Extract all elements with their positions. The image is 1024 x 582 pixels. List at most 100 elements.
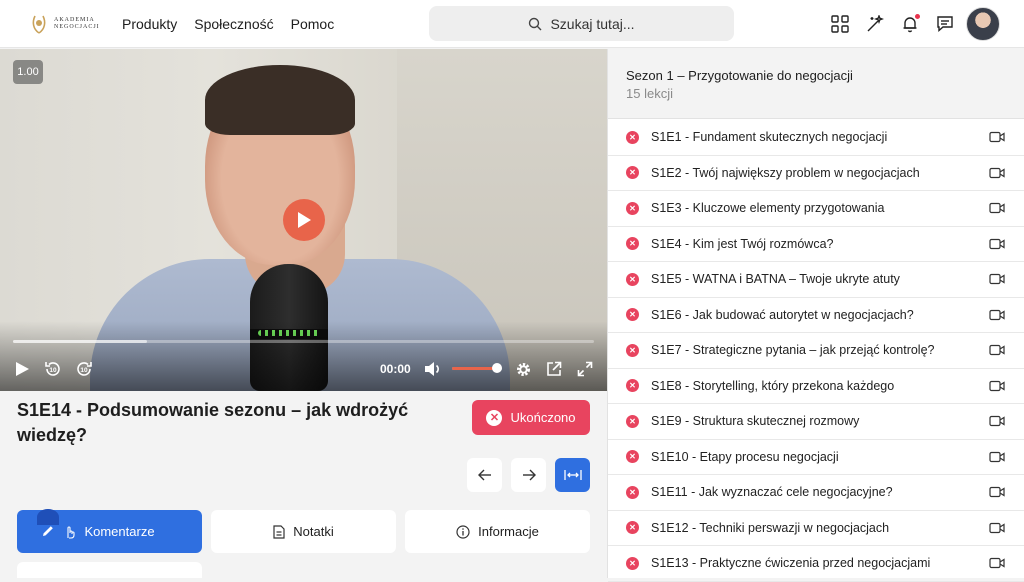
logo[interactable]: Akademia Negocjacji <box>30 11 99 37</box>
lesson-item-label: S1E12 - Techniki perswazji w negocjacjac… <box>651 520 890 535</box>
volume-fill <box>452 367 497 370</box>
tab-notatki[interactable]: Notatki <box>211 510 396 553</box>
previous-lesson-button[interactable] <box>467 458 502 492</box>
settings-button[interactable] <box>515 359 532 379</box>
playback-speed-badge[interactable]: 1.00 <box>13 60 43 84</box>
lesson-item-label: S1E7 - Strategiczne pytania – jak przeją… <box>651 343 935 358</box>
tab-komentarze-label: Komentarze <box>84 524 155 539</box>
magic-wand-icon[interactable] <box>866 13 885 33</box>
not-completed-icon: ✕ <box>626 272 639 286</box>
lesson-item-label: S1E9 - Struktura skutecznej rozmowy <box>651 414 860 429</box>
search-input[interactable]: Szukaj tutaj... <box>429 6 734 41</box>
not-completed-icon: ✕ <box>626 450 639 464</box>
arrow-right-icon <box>522 469 536 481</box>
list-item[interactable]: ✕ S1E3 - Kluczowe elementy przygotowania <box>608 191 1024 227</box>
video-camera-icon <box>989 273 1005 285</box>
expand-view-button[interactable] <box>555 458 590 492</box>
list-item[interactable]: ✕ S1E10 - Etapy procesu negocjacji <box>608 440 1024 475</box>
big-play-button[interactable] <box>283 199 325 241</box>
chat-icon[interactable] <box>936 15 954 33</box>
pencil-icon <box>43 526 53 536</box>
forward-10-icon: 10 <box>77 362 92 376</box>
list-item[interactable]: ✕ S1E2 - Twój największy problem w negocj… <box>608 156 1024 191</box>
fullscreen-button[interactable] <box>577 359 593 379</box>
tab-informacje-label: Informacje <box>478 524 539 539</box>
lesson-item-label: S1E1 - Fundament skutecznych negocjacji <box>651 130 888 145</box>
video-camera-icon <box>989 202 1005 214</box>
lesson-item-label: S1E10 - Etapy procesu negocjacji <box>651 449 839 464</box>
main-nav: Produkty Społeczność Pomoc <box>122 0 334 48</box>
season-title: Sezon 1 – Przygotowanie do negocjacji <box>626 68 853 83</box>
video-camera-icon <box>989 131 1005 143</box>
volume-knob[interactable] <box>492 363 502 373</box>
list-item[interactable]: ✕ S1E7 - Strategiczne pytania – jak przej… <box>608 333 1024 369</box>
lesson-item-label: S1E2 - Twój największy problem w negocja… <box>651 165 920 180</box>
close-circle-icon: ✕ <box>486 409 503 426</box>
list-item[interactable]: ✕ S1E8 - Storytelling, który przekona każ… <box>608 369 1024 404</box>
avatar[interactable] <box>966 7 1000 41</box>
not-completed-icon: ✕ <box>626 308 639 322</box>
content-panel-top <box>17 562 202 578</box>
list-item[interactable]: ✕ S1E1 - Fundament skutecznych negocjacji <box>608 120 1024 156</box>
nav-spolecznosc[interactable]: Społeczność <box>194 16 273 32</box>
season-header[interactable]: Sezon 1 – Przygotowanie do negocjacji 15… <box>608 49 1024 119</box>
grid-icon[interactable] <box>831 15 849 33</box>
controls-overlay <box>0 321 607 391</box>
tab-informacje[interactable]: Informacje <box>405 510 590 553</box>
tab-notatki-label: Notatki <box>293 524 334 539</box>
bell-icon[interactable] <box>901 13 921 33</box>
fullscreen-icon <box>577 361 593 377</box>
volume-button[interactable] <box>424 359 442 379</box>
not-completed-icon: ✕ <box>626 379 639 393</box>
time-display: 00:00 <box>380 362 411 376</box>
forward-10-button[interactable]: 10 <box>74 359 94 379</box>
video-camera-icon <box>989 557 1005 569</box>
list-item[interactable]: ✕ S1E12 - Techniki perswazji w negocjacja… <box>608 511 1024 546</box>
season-lesson-count: 15 lekcji <box>626 86 673 101</box>
rewind-10-button[interactable]: 10 <box>43 359 63 379</box>
completed-button[interactable]: ✕ Ukończono <box>472 400 590 435</box>
popout-button[interactable] <box>546 359 562 379</box>
svg-text:10: 10 <box>80 367 88 374</box>
nav-pomoc[interactable]: Pomoc <box>291 16 335 32</box>
video-camera-icon <box>989 238 1005 249</box>
rewind-10-icon: 10 <box>45 362 60 376</box>
lesson-item-label: S1E11 - Jak wyznaczać cele negocjacyjne? <box>651 485 893 500</box>
laurel-logo-icon <box>32 15 46 34</box>
progress-buffered <box>13 340 147 343</box>
gear-icon <box>517 362 530 376</box>
play-small-icon <box>16 362 29 376</box>
notification-dot <box>914 13 921 20</box>
video-player[interactable]: 1.00 10 10 00:00 <box>0 49 607 391</box>
not-completed-icon: ✕ <box>626 201 639 215</box>
list-item[interactable]: ✕ S1E9 - Struktura skutecznej rozmowy <box>608 404 1024 440</box>
video-camera-icon <box>989 309 1005 320</box>
not-completed-icon: ✕ <box>626 485 639 499</box>
lesson-sidebar: Sezon 1 – Przygotowanie do negocjacji 15… <box>607 49 1024 582</box>
volume-slider[interactable] <box>452 363 502 373</box>
search-placeholder: Szukaj tutaj... <box>550 15 635 32</box>
document-icon <box>273 524 285 539</box>
nav-produkty[interactable]: Produkty <box>122 16 177 32</box>
not-completed-icon: ✕ <box>626 556 639 570</box>
list-item[interactable]: ✕ S1E5 - WATNA i BATNA – Twoje ukryte atu… <box>608 262 1024 298</box>
list-item[interactable]: ✕ S1E6 - Jak budować autorytet w negocjac… <box>608 298 1024 333</box>
lesson-list: ✕ S1E1 - Fundament skutecznych negocjacji… <box>608 120 1024 582</box>
not-completed-icon: ✕ <box>626 343 639 357</box>
volume-icon <box>425 362 439 376</box>
lesson-item-label: S1E4 - Kim jest Twój rozmówca? <box>651 236 834 251</box>
lesson-item-label: S1E5 - WATNA i BATNA – Twoje ukryte atut… <box>651 272 900 287</box>
external-link-icon <box>547 361 562 376</box>
list-item[interactable]: ✕ S1E4 - Kim jest Twój rozmówca? <box>608 227 1024 262</box>
video-camera-icon <box>989 522 1005 533</box>
arrow-left-icon <box>477 469 491 481</box>
lesson-item-label: S1E3 - Kluczowe elementy przygotowania <box>651 201 885 216</box>
video-camera-icon <box>989 451 1005 462</box>
top-header: Akademia Negocjacji Produkty Społeczność… <box>0 0 1024 48</box>
next-lesson-button[interactable] <box>511 458 546 492</box>
play-button[interactable] <box>14 359 30 379</box>
list-item[interactable]: ✕ S1E11 - Jak wyznaczać cele negocjacyjne… <box>608 475 1024 511</box>
progress-bar[interactable] <box>13 340 594 343</box>
not-completed-icon: ✕ <box>626 130 639 144</box>
list-item[interactable]: ✕ S1E13 - Praktyczne ćwiczenia przed nego… <box>608 546 1024 582</box>
